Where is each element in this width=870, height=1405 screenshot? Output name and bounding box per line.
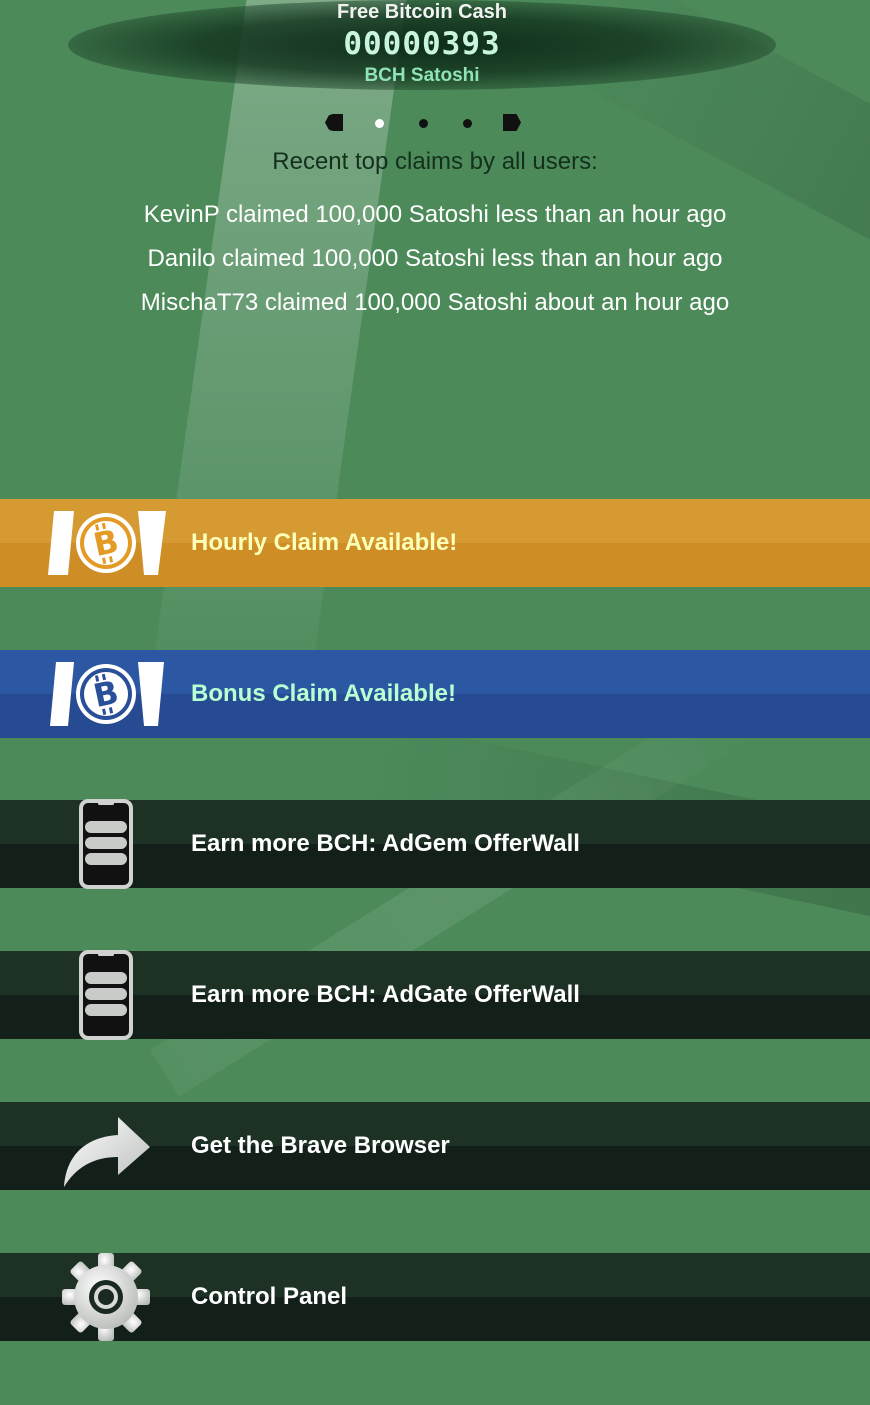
app-title: Free Bitcoin Cash	[336, 1, 508, 23]
adgem-offerwall-label: Earn more BCH: AdGem OfferWall	[191, 830, 580, 857]
pager-dot-1[interactable]	[375, 119, 384, 128]
balance-header: Free Bitcoin Cash 00000393 BCH Satoshi	[68, 0, 776, 90]
claim-item: MischaT73 claimed 100,000 Satoshi about …	[140, 289, 730, 316]
pager-dot-3[interactable]	[463, 119, 472, 128]
adgate-offerwall-label: Earn more BCH: AdGate OfferWall	[191, 981, 580, 1008]
pager-prev-arrow-icon[interactable]	[325, 114, 343, 131]
page-indicator	[0, 114, 870, 132]
balance-unit: BCH Satoshi	[364, 65, 480, 86]
control-panel-label: Control Panel	[191, 1283, 348, 1310]
recent-claims-title: Recent top claims by all users:	[272, 148, 598, 175]
claim-item: KevinP claimed 100,000 Satoshi less than…	[143, 201, 727, 228]
hourly-claim-button[interactable]: B Hourly Claim Available!	[0, 499, 870, 587]
gear-icon	[40, 1253, 172, 1341]
brave-browser-button[interactable]: Get the Brave Browser	[0, 1102, 870, 1190]
light-beam	[142, 0, 416, 740]
claim-item: Danilo claimed 100,000 Satoshi less than…	[147, 245, 723, 272]
control-panel-button[interactable]: Control Panel	[0, 1253, 870, 1341]
bitcoin-cash-icon: B	[40, 499, 172, 587]
bitcoin-cash-icon: B	[40, 650, 172, 738]
phone-list-icon	[40, 950, 172, 1040]
pager-dot-2[interactable]	[419, 119, 428, 128]
brave-browser-label: Get the Brave Browser	[191, 1132, 450, 1159]
adgem-offerwall-button[interactable]: Earn more BCH: AdGem OfferWall	[0, 799, 870, 889]
hourly-claim-label: Hourly Claim Available!	[191, 529, 458, 556]
pager-next-arrow-icon[interactable]	[503, 114, 521, 131]
share-arrow-icon	[40, 1102, 172, 1190]
recent-claims-list: KevinP claimed 100,000 Satoshi less than…	[0, 193, 870, 325]
phone-list-icon	[40, 799, 172, 889]
bonus-claim-label: Bonus Claim Available!	[191, 680, 456, 707]
bonus-claim-button[interactable]: B Bonus Claim Available!	[0, 650, 870, 738]
adgate-offerwall-button[interactable]: Earn more BCH: AdGate OfferWall	[0, 950, 870, 1040]
balance-value: 00000393	[343, 26, 501, 62]
